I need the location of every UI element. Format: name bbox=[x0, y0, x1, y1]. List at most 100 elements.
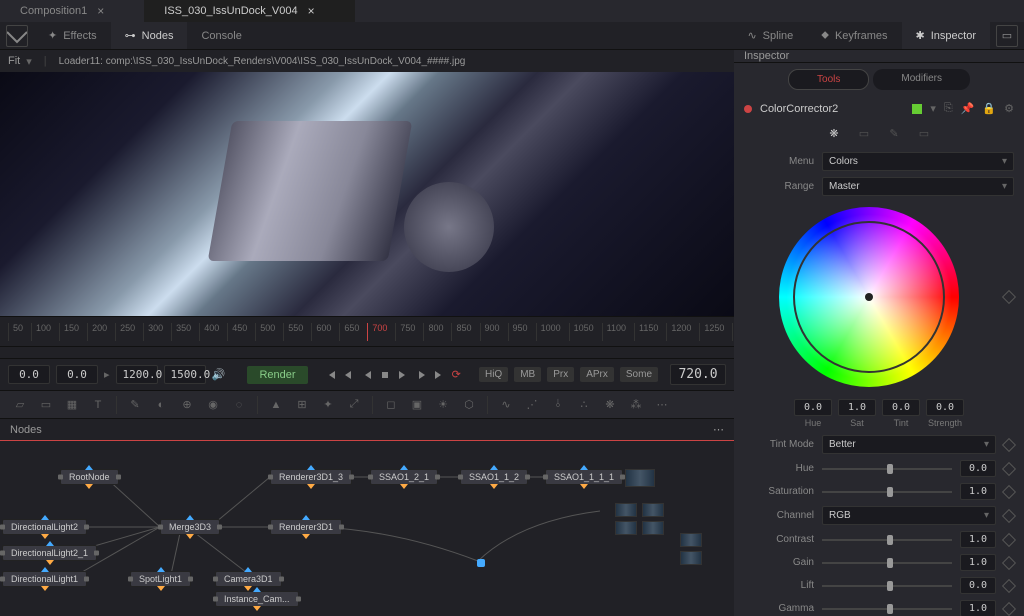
graph-node[interactable]: Renderer3D1_3 bbox=[270, 469, 352, 485]
panel-tab-nodes[interactable]: ⊶Nodes bbox=[111, 22, 188, 49]
quality-prx[interactable]: Prx bbox=[547, 367, 574, 382]
time-end[interactable]: 1500.0 bbox=[164, 365, 206, 384]
stop-button[interactable] bbox=[379, 364, 391, 386]
time-in[interactable]: 0.0 bbox=[8, 365, 50, 384]
timeline-tick[interactable]: 1150 bbox=[634, 323, 662, 341]
close-icon[interactable]: × bbox=[97, 4, 104, 18]
keyframe-diamond[interactable] bbox=[1002, 555, 1016, 569]
contrast-value[interactable]: 1.0 bbox=[960, 531, 996, 548]
keyframe-diamond[interactable] bbox=[1002, 578, 1016, 592]
timeline-tick[interactable]: 250 bbox=[115, 323, 139, 341]
keyframe-diamond[interactable] bbox=[1002, 290, 1016, 304]
tool-emitter[interactable]: ❋ bbox=[598, 393, 622, 417]
tab-tools[interactable]: Tools bbox=[788, 69, 869, 90]
timeline-tick[interactable]: 750 bbox=[395, 323, 419, 341]
timeline-tick[interactable]: 850 bbox=[451, 323, 475, 341]
node-thumbnail[interactable] bbox=[680, 533, 702, 547]
go-first-button[interactable] bbox=[325, 364, 337, 386]
node-thumbnail[interactable] bbox=[615, 503, 637, 517]
tool-keyer[interactable]: ▲ bbox=[264, 393, 288, 417]
tool-curve[interactable]: ∿ bbox=[494, 393, 518, 417]
timeline-tick[interactable]: 800 bbox=[423, 323, 447, 341]
fit-dropdown[interactable]: Fit bbox=[8, 55, 20, 67]
timeline-tick[interactable]: 300 bbox=[143, 323, 167, 341]
hue-value[interactable]: 0.0 bbox=[794, 399, 832, 416]
hue-slider[interactable] bbox=[822, 468, 952, 470]
timeline-tick[interactable]: 650 bbox=[339, 323, 363, 341]
panel-tab-spline[interactable]: ∿Spline bbox=[733, 22, 807, 49]
graph-node[interactable]: Merge3D3 bbox=[160, 519, 220, 535]
graph-node[interactable]: Renderer3D1 bbox=[270, 519, 342, 535]
tool-camera[interactable]: ▣ bbox=[405, 393, 429, 417]
graph-node[interactable]: DirectionalLight2 bbox=[2, 519, 87, 535]
graph-node[interactable]: DirectionalLight1 bbox=[2, 571, 87, 587]
timeline-tick[interactable]: 700 bbox=[367, 323, 391, 341]
timeline-tick[interactable]: 1050 bbox=[569, 323, 598, 341]
node-graph[interactable]: RootNodeMerge3D3Renderer3D1_3Renderer3D1… bbox=[0, 440, 734, 616]
timeline-tick[interactable]: 350 bbox=[171, 323, 195, 341]
node-name[interactable]: ColorCorrector2 bbox=[760, 103, 838, 115]
tool-noise[interactable]: ▦ bbox=[60, 393, 84, 417]
graph-node[interactable]: Camera3D1 bbox=[215, 571, 282, 587]
timeline-tick[interactable]: 550 bbox=[283, 323, 307, 341]
tool-mask[interactable]: ◐ bbox=[149, 393, 173, 417]
tool-particles[interactable]: ∴ bbox=[572, 393, 596, 417]
tool-card[interactable]: ▭ bbox=[34, 393, 58, 417]
tool-3d[interactable]: ◻ bbox=[379, 393, 403, 417]
close-icon[interactable]: × bbox=[308, 4, 315, 18]
range-dropdown[interactable]: Master▾ bbox=[822, 177, 1014, 196]
contrast-slider[interactable] bbox=[822, 539, 952, 541]
lock-icon[interactable]: 🔒 bbox=[982, 102, 996, 115]
gamma-value[interactable]: 1.0 bbox=[960, 600, 996, 616]
graph-node[interactable]: SSAO1_2_1 bbox=[370, 469, 438, 485]
quality-some[interactable]: Some bbox=[620, 367, 658, 382]
color-chip[interactable] bbox=[912, 104, 922, 114]
step-back-button[interactable] bbox=[343, 364, 355, 386]
node-thumbnail[interactable] bbox=[625, 469, 655, 487]
graph-node[interactable]: SSAO1_1_1_1 bbox=[545, 469, 623, 485]
step-forward-button[interactable] bbox=[415, 364, 427, 386]
timeline-tick[interactable]: 900 bbox=[480, 323, 504, 341]
tab-active[interactable]: ISS_030_IssUnDock_V004× bbox=[144, 0, 354, 22]
panel-tab-inspector[interactable]: ✱Inspector bbox=[902, 22, 990, 49]
keyframe-diamond[interactable] bbox=[1002, 508, 1016, 522]
settings-icon[interactable]: ⚙ bbox=[1004, 102, 1014, 115]
sat-slider-value[interactable]: 1.0 bbox=[960, 483, 996, 500]
tool-more[interactable]: ⋯ bbox=[650, 393, 674, 417]
timeline-tick[interactable]: 600 bbox=[311, 323, 335, 341]
time-start[interactable]: 1200.0 bbox=[116, 365, 158, 384]
play-button[interactable] bbox=[397, 364, 409, 386]
sat-value[interactable]: 1.0 bbox=[838, 399, 876, 416]
nodes-menu-icon[interactable]: ⋯ bbox=[713, 423, 724, 436]
time-current[interactable]: 0.0 bbox=[56, 365, 98, 384]
current-frame[interactable]: 720.0 bbox=[670, 364, 726, 385]
gamma-slider[interactable] bbox=[822, 608, 952, 610]
tool-particles2[interactable]: ⁂ bbox=[624, 393, 648, 417]
tool-spline[interactable]: ⫰ bbox=[546, 393, 570, 417]
page-curves-icon[interactable]: ✎ bbox=[885, 125, 903, 141]
timeline-tick[interactable]: 400 bbox=[199, 323, 223, 341]
node-thumbnail[interactable] bbox=[642, 521, 664, 535]
panel-menu-button[interactable] bbox=[6, 25, 28, 47]
keyframe-diamond[interactable] bbox=[1002, 532, 1016, 546]
graph-node[interactable]: DirectionalLight2_1 bbox=[2, 545, 97, 561]
hue-slider-value[interactable]: 0.0 bbox=[960, 460, 996, 477]
timeline-tick[interactable]: 500 bbox=[255, 323, 279, 341]
play-reverse-button[interactable] bbox=[361, 364, 373, 386]
quality-hiq[interactable]: HiQ bbox=[479, 367, 508, 382]
lift-value[interactable]: 0.0 bbox=[960, 577, 996, 594]
tool-text[interactable]: T bbox=[86, 393, 110, 417]
go-last-button[interactable] bbox=[433, 364, 445, 386]
tool-light[interactable]: ☀ bbox=[431, 393, 455, 417]
tool-render[interactable]: ⬡ bbox=[457, 393, 481, 417]
color-wheel[interactable] bbox=[779, 207, 959, 387]
version-icon[interactable]: ⎘ bbox=[944, 102, 953, 115]
tool-tracker[interactable]: ⊕ bbox=[175, 393, 199, 417]
keyframe-diamond[interactable] bbox=[1002, 601, 1016, 615]
node-thumbnail[interactable] bbox=[680, 551, 702, 565]
keyframe-diamond[interactable] bbox=[1002, 461, 1016, 475]
panel-tab-keyframes[interactable]: ⬥Keyframes bbox=[807, 22, 901, 49]
panel-tab-console[interactable]: Console bbox=[187, 22, 255, 49]
timeline-tick[interactable]: 1200 bbox=[666, 323, 695, 341]
tool-paint[interactable]: ✎ bbox=[123, 393, 147, 417]
